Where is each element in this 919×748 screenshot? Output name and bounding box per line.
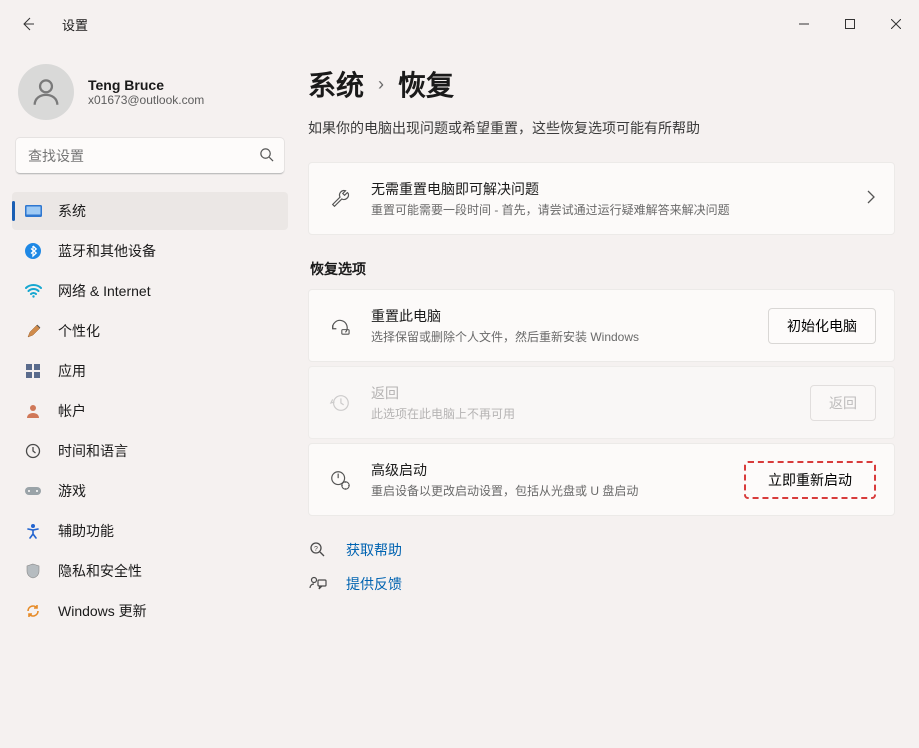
troubleshoot-panel[interactable]: 无需重置电脑即可解决问题 重置可能需要一段时间 - 首先，请尝试通过运行疑难解答… [308, 162, 895, 235]
restart-now-button[interactable]: 立即重新启动 [744, 461, 876, 499]
advanced-startup-panel: 高级启动 重启设备以更改启动设置，包括从光盘或 U 盘启动 立即重新启动 [308, 443, 895, 516]
person-icon [29, 75, 63, 109]
reset-desc: 选择保留或删除个人文件，然后重新安装 Windows [371, 328, 750, 345]
sidebar-item-label: 隐私和安全性 [58, 561, 142, 581]
minimize-icon [799, 19, 809, 29]
sidebar-item-gaming[interactable]: 游戏 [12, 472, 288, 510]
chevron-right-icon: › [378, 74, 384, 95]
reset-title: 重置此电脑 [371, 306, 750, 326]
window-controls [781, 8, 919, 40]
sidebar-item-system[interactable]: 系统 [12, 192, 288, 230]
sidebar-item-accounts[interactable]: 帐户 [12, 392, 288, 430]
go-back-panel: 返回 此选项在此电脑上不再可用 返回 [308, 366, 895, 439]
sidebar-item-label: 时间和语言 [58, 441, 128, 461]
troubleshoot-desc: 重置可能需要一段时间 - 首先，请尝试通过运行疑难解答来解决问题 [371, 201, 848, 218]
sidebar-item-label: 辅助功能 [58, 521, 114, 541]
power-gear-icon [327, 469, 353, 491]
sidebar-item-time-language[interactable]: 时间和语言 [12, 432, 288, 470]
recovery-section-title: 恢复选项 [310, 259, 895, 279]
shield-icon [24, 562, 42, 580]
wrench-icon [327, 188, 353, 210]
nav-list: 系统 蓝牙和其他设备 网络 & Internet 个性化 应用 帐户 [12, 192, 288, 630]
window-title: 设置 [62, 15, 88, 34]
user-block[interactable]: Teng Bruce x01673@outlook.com [12, 56, 288, 138]
sidebar-item-network[interactable]: 网络 & Internet [12, 272, 288, 310]
troubleshoot-title: 无需重置电脑即可解决问题 [371, 179, 848, 199]
system-icon [24, 202, 42, 220]
sidebar-item-privacy[interactable]: 隐私和安全性 [12, 552, 288, 590]
goback-desc: 此选项在此电脑上不再可用 [371, 405, 792, 422]
main-content: 系统 › 恢复 如果你的电脑出现问题或希望重置，这些恢复选项可能有所帮助 无需重… [300, 48, 919, 748]
footer-links: ? 获取帮助 提供反馈 [308, 540, 895, 594]
page-title: 恢复 [398, 64, 454, 104]
sidebar-item-label: 网络 & Internet [58, 281, 151, 301]
sidebar-item-label: Windows 更新 [58, 601, 147, 621]
reset-pc-button[interactable]: 初始化电脑 [768, 308, 876, 344]
update-icon [24, 602, 42, 620]
search-box [16, 138, 284, 174]
chevron-right-icon [866, 190, 876, 207]
titlebar: 设置 [0, 0, 919, 48]
reset-icon [327, 316, 353, 336]
feedback-label: 提供反馈 [346, 574, 402, 594]
sidebar-item-label: 游戏 [58, 481, 86, 501]
bluetooth-icon [24, 242, 42, 260]
give-feedback-link[interactable]: 提供反馈 [308, 574, 895, 594]
sidebar-item-label: 系统 [58, 201, 86, 221]
user-email: x01673@outlook.com [88, 93, 204, 107]
maximize-icon [845, 19, 855, 29]
minimize-button[interactable] [781, 8, 827, 40]
sidebar-item-label: 应用 [58, 361, 86, 381]
back-button[interactable] [10, 6, 46, 42]
sidebar: Teng Bruce x01673@outlook.com 系统 蓝牙和其他设备… [0, 48, 300, 748]
page-subtitle: 如果你的电脑出现问题或希望重置，这些恢复选项可能有所帮助 [308, 118, 895, 138]
avatar [18, 64, 74, 120]
get-help-link[interactable]: ? 获取帮助 [308, 540, 895, 560]
breadcrumb-root[interactable]: 系统 [308, 64, 364, 104]
close-icon [891, 19, 901, 29]
breadcrumb: 系统 › 恢复 [308, 64, 895, 104]
sidebar-item-label: 蓝牙和其他设备 [58, 241, 156, 261]
advanced-desc: 重启设备以更改启动设置，包括从光盘或 U 盘启动 [371, 482, 726, 499]
account-icon [24, 402, 42, 420]
feedback-icon [308, 576, 328, 592]
apps-icon [24, 362, 42, 380]
reset-pc-panel: 重置此电脑 选择保留或删除个人文件，然后重新安装 Windows 初始化电脑 [308, 289, 895, 362]
arrow-left-icon [20, 16, 36, 32]
search-icon [259, 147, 274, 165]
sidebar-item-accessibility[interactable]: 辅助功能 [12, 512, 288, 550]
help-label: 获取帮助 [346, 540, 402, 560]
maximize-button[interactable] [827, 8, 873, 40]
user-name: Teng Bruce [88, 77, 204, 93]
wifi-icon [24, 282, 42, 300]
clock-globe-icon [24, 442, 42, 460]
help-icon: ? [308, 541, 328, 559]
sidebar-item-bluetooth[interactable]: 蓝牙和其他设备 [12, 232, 288, 270]
accessibility-icon [24, 522, 42, 540]
gamepad-icon [24, 482, 42, 500]
sidebar-item-label: 帐户 [58, 401, 86, 421]
svg-text:?: ? [314, 546, 318, 553]
go-back-button: 返回 [810, 385, 876, 421]
sidebar-item-personalization[interactable]: 个性化 [12, 312, 288, 350]
advanced-title: 高级启动 [371, 460, 726, 480]
close-button[interactable] [873, 8, 919, 40]
sidebar-item-label: 个性化 [58, 321, 100, 341]
paintbrush-icon [24, 322, 42, 340]
sidebar-item-windows-update[interactable]: Windows 更新 [12, 592, 288, 630]
sidebar-item-apps[interactable]: 应用 [12, 352, 288, 390]
history-icon [327, 392, 353, 414]
goback-title: 返回 [371, 383, 792, 403]
search-input[interactable] [16, 138, 284, 174]
